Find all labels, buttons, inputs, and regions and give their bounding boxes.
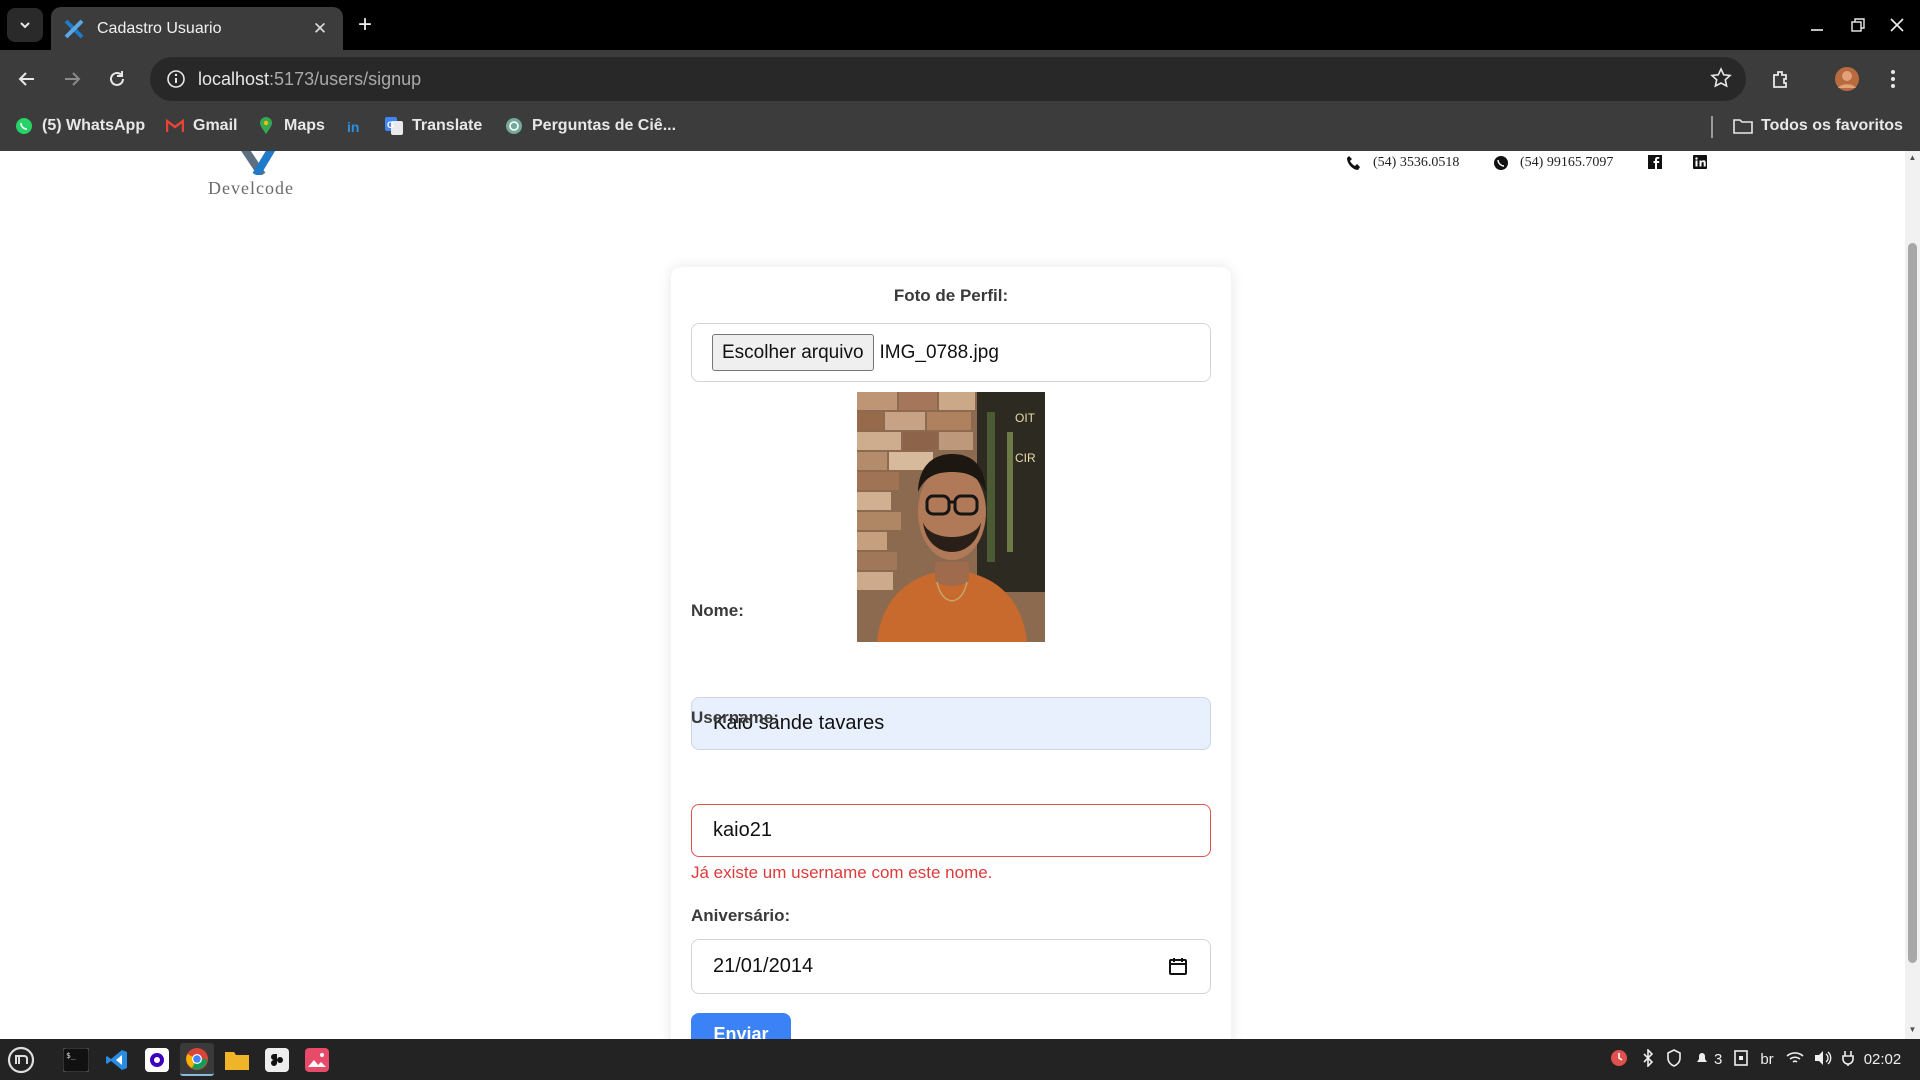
scrollbar-thumb[interactable]	[1908, 243, 1917, 963]
username-label: Username:	[691, 708, 779, 727]
birthday-label: Aniversário:	[691, 906, 791, 925]
minimize-icon[interactable]	[1797, 8, 1837, 42]
bookmark-gmail[interactable]: Gmail	[165, 108, 237, 144]
phone-icon	[1345, 154, 1363, 172]
back-button[interactable]	[10, 62, 44, 96]
shield-icon[interactable]	[1666, 1048, 1682, 1071]
whatsapp-icon	[1492, 154, 1510, 172]
folder-icon	[1733, 116, 1753, 136]
site-info-icon[interactable]	[154, 57, 198, 101]
svg-text:OIT: OIT	[1015, 411, 1036, 425]
browser-toolbar: localhost:5173/users/signup	[0, 50, 1920, 108]
bookmarks-divider	[1711, 116, 1713, 138]
translate-icon: G	[384, 116, 404, 136]
image-viewer-icon[interactable]	[300, 1043, 334, 1076]
linkedin-icon: in	[344, 116, 364, 136]
selected-file-name: IMG_0788.jpg	[879, 341, 999, 363]
profile-photo-preview: OIT CIR	[857, 392, 1045, 642]
tab-title: Cadastro Usuario	[97, 19, 222, 37]
profile-avatar[interactable]	[1830, 62, 1864, 96]
system-tray: 3 br 02:02	[1610, 1039, 1901, 1080]
scroll-down-icon[interactable]: ▼	[1908, 1025, 1917, 1034]
forward-button[interactable]	[55, 62, 89, 96]
notifications-icon[interactable]	[1694, 1050, 1710, 1070]
bookmark-linkedin[interactable]: in	[344, 108, 372, 144]
svg-text:CIR: CIR	[1015, 451, 1036, 465]
arrow-right-icon	[65, 72, 81, 86]
gmail-icon	[165, 116, 185, 136]
calendar-icon[interactable]	[1168, 956, 1188, 976]
contact-phone[interactable]: (54) 3536.0518	[1345, 153, 1459, 173]
os-taskbar: $_ 3 br 02:02	[0, 1039, 1920, 1080]
submit-button[interactable]: Enviar	[691, 1013, 791, 1039]
chrome-icon[interactable]	[180, 1043, 214, 1076]
mint-menu-icon[interactable]	[4, 1043, 38, 1076]
develcode-logo[interactable]: Develcode	[208, 151, 313, 198]
bookmark-whatsapp[interactable]: (5) WhatsApp	[14, 108, 145, 144]
username-input[interactable]: kaio21	[691, 804, 1211, 857]
bookmarks-bar: (5) WhatsApp Gmail Maps in G Translate P…	[0, 108, 1920, 151]
svg-text:G: G	[387, 120, 394, 130]
bookmark-translate[interactable]: G Translate	[384, 108, 482, 144]
chatgpt-icon	[504, 116, 524, 136]
terminal-icon[interactable]: $_	[59, 1043, 93, 1076]
bookmark-chatgpt[interactable]: Perguntas de Ciê...	[504, 108, 676, 144]
svg-text:in: in	[347, 119, 359, 135]
workspace-count: 3	[1714, 1051, 1723, 1068]
address-bar[interactable]: localhost:5173/users/signup	[150, 57, 1746, 101]
birthday-date-input[interactable]: 21/01/2014	[691, 939, 1211, 994]
develcode-logo-mark-icon	[241, 151, 276, 175]
wifi-icon[interactable]	[1786, 1051, 1804, 1069]
vscode-icon[interactable]	[100, 1043, 134, 1076]
new-tab-button[interactable]: +	[350, 11, 380, 41]
keyboard-layout[interactable]: br	[1760, 1051, 1773, 1068]
profile-photo-file-input[interactable]: Escolher arquivo IMG_0788.jpg	[691, 323, 1211, 382]
browser-tab[interactable]: Cadastro Usuario ✕	[51, 7, 343, 50]
restore-icon[interactable]	[1838, 8, 1878, 42]
reload-button[interactable]	[100, 62, 134, 96]
name-label: Nome:	[691, 601, 744, 620]
scroll-up-icon[interactable]: ▲	[1908, 153, 1917, 162]
chevron-down-icon	[20, 22, 30, 29]
power-icon[interactable]	[1841, 1050, 1854, 1070]
url-text: localhost:5173/users/signup	[198, 68, 422, 89]
tab-close-icon[interactable]: ✕	[309, 19, 331, 39]
svg-text:$_: $_	[66, 1051, 76, 1060]
display-icon[interactable]	[1734, 1049, 1749, 1070]
reload-icon	[110, 71, 124, 86]
browser-menu-icon[interactable]	[1876, 62, 1910, 96]
signup-form-card: Foto de Perfil: Escolher arquivo IMG_078…	[671, 267, 1231, 1039]
whatsapp-icon	[14, 116, 34, 136]
clock[interactable]: 02:02	[1864, 1051, 1902, 1068]
bluetooth-icon[interactable]	[1642, 1047, 1654, 1071]
contact-whatsapp[interactable]: (54) 99165.7097	[1492, 153, 1613, 173]
timeshift-icon[interactable]	[1610, 1049, 1628, 1071]
browser-tab-strip: Cadastro Usuario ✕ +	[0, 0, 1920, 50]
choose-file-button[interactable]: Escolher arquivo	[712, 334, 874, 371]
develcode-favicon-icon	[63, 18, 85, 40]
facebook-icon[interactable]	[1647, 154, 1663, 170]
page-viewport: Develcode (54) 3536.0518 (54) 99165.7097…	[0, 151, 1905, 1039]
bookmark-star-icon[interactable]	[1710, 67, 1732, 94]
figma-icon[interactable]	[260, 1043, 294, 1076]
close-window-icon[interactable]	[1877, 8, 1917, 42]
photo-label: Foto de Perfil:	[893, 286, 1009, 305]
maps-icon	[256, 116, 276, 136]
username-error-message: Já existe um username com este nome.	[691, 863, 993, 882]
tab-search-button[interactable]	[7, 8, 43, 42]
files-icon[interactable]	[220, 1043, 254, 1076]
arrow-left-icon	[18, 72, 34, 86]
logo-text: Develcode	[208, 178, 294, 198]
insomnia-icon[interactable]	[140, 1043, 174, 1076]
page-scrollbar[interactable]: ▲ ▼	[1905, 151, 1920, 1039]
volume-icon[interactable]	[1814, 1050, 1832, 1070]
bookmark-all-favorites[interactable]: Todos os favoritos	[1733, 108, 1903, 144]
linkedin-icon[interactable]	[1692, 154, 1708, 170]
bookmark-maps[interactable]: Maps	[256, 108, 325, 144]
extensions-icon[interactable]	[1764, 62, 1798, 96]
birthday-value: 21/01/2014	[713, 955, 814, 977]
